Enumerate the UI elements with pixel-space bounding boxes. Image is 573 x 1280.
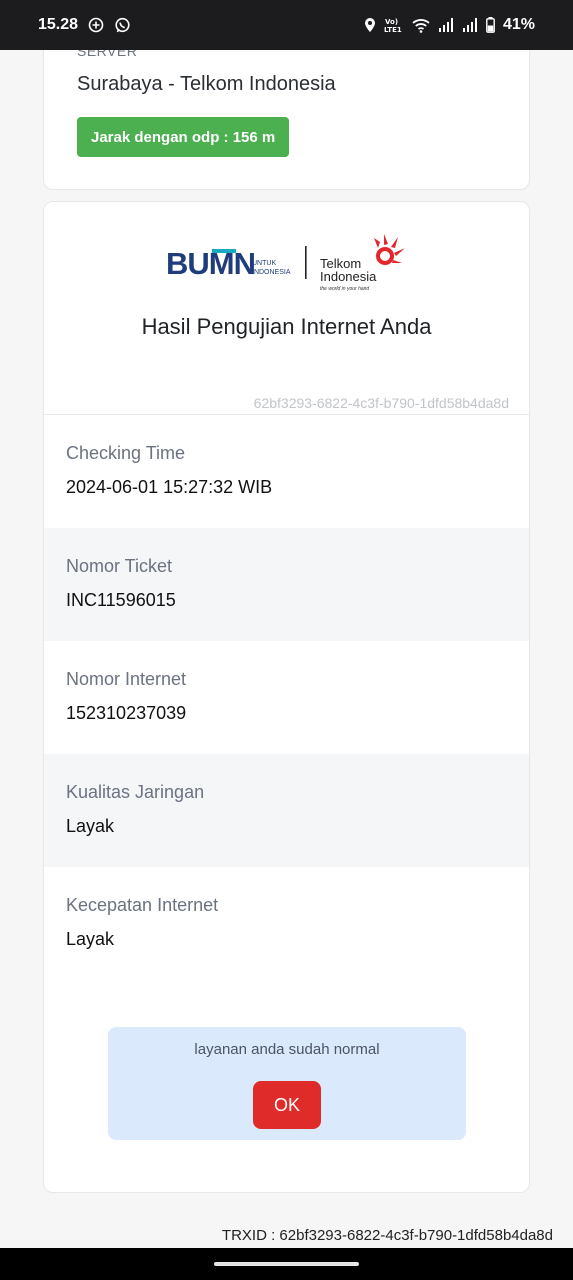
row-value: Layak xyxy=(66,816,115,836)
whatsapp-icon xyxy=(114,17,131,34)
odp-distance-badge: Jarak dengan odp : 156 m xyxy=(77,117,290,157)
location-icon xyxy=(364,17,376,33)
home-gesture-handle[interactable] xyxy=(214,1262,359,1266)
svg-text:LTE1: LTE1 xyxy=(384,26,402,33)
telkom-logo-line2: Indonesia xyxy=(320,269,377,284)
status-right: Vo) LTE1 41% xyxy=(364,16,535,34)
info-row-ticket: Nomor Ticket INC11596015 xyxy=(44,528,529,641)
status-bar: 15.28 Vo) LTE1 41% xyxy=(0,0,573,50)
status-alert: layanan anda sudah normal OK xyxy=(108,1027,466,1140)
row-value: INC11596015 xyxy=(66,590,176,610)
row-label: Kecepatan Internet xyxy=(66,895,219,915)
row-label: Nomor Ticket xyxy=(66,556,173,576)
result-title: Hasil Pengujian Internet Anda xyxy=(141,314,432,339)
navigation-bar xyxy=(0,1248,573,1280)
ok-button[interactable]: OK xyxy=(253,1081,321,1129)
row-label: Kualitas Jaringan xyxy=(66,782,205,802)
status-left: 15.28 xyxy=(38,16,131,34)
row-value: 152310237039 xyxy=(66,703,187,723)
battery-icon xyxy=(486,17,495,33)
bumn-logo-text: BUMN xyxy=(166,246,255,281)
telkom-logo-tagline: the world in your hand xyxy=(320,286,369,292)
row-value: 2024-06-01 15:27:32 WIB xyxy=(66,477,273,497)
server-card: SERVER Surabaya - Telkom Indonesia Jarak… xyxy=(43,50,530,190)
add-circle-icon xyxy=(88,17,104,33)
info-row-internet-number: Nomor Internet 152310237039 xyxy=(44,641,529,754)
bumn-logo-sub1: UNTUK xyxy=(252,260,276,267)
trxid-text: TRXID : 62bf3293-6822-4c3f-b790-1dfd58b4… xyxy=(221,1227,553,1244)
bumn-telkom-logo: BUMN UNTUK INDONESIA Telkom Indonesia th… xyxy=(166,234,405,292)
row-value: Layak xyxy=(66,929,115,949)
signal-icon xyxy=(462,18,478,32)
logo-group: BUMN UNTUK INDONESIA Telkom Indonesia th… xyxy=(166,234,406,292)
alert-message: layanan anda sudah normal xyxy=(194,1041,380,1058)
server-value: Surabaya - Telkom Indonesia xyxy=(77,73,336,95)
server-label: SERVER xyxy=(77,50,138,59)
page-content[interactable]: SERVER Surabaya - Telkom Indonesia Jarak… xyxy=(0,50,573,1248)
row-label: Checking Time xyxy=(66,443,186,463)
volte-icon: Vo) LTE1 xyxy=(384,17,404,33)
svg-text:Vo): Vo) xyxy=(385,18,398,26)
info-row-network-quality: Kualitas Jaringan Layak xyxy=(44,754,529,867)
bumn-logo-sub2: INDONESIA xyxy=(252,269,291,276)
signal-icon xyxy=(438,18,454,32)
result-card: BUMN UNTUK INDONESIA Telkom Indonesia th… xyxy=(43,201,530,1193)
info-row-checking-time: Checking Time 2024-06-01 15:27:32 WIB xyxy=(44,415,529,528)
result-uuid: 62bf3293-6822-4c3f-b790-1dfd58b4da8d xyxy=(253,395,509,411)
telkom-hand-icon xyxy=(374,234,405,265)
wifi-icon xyxy=(412,18,430,33)
status-time: 15.28 xyxy=(38,16,79,33)
info-row-internet-speed: Kecepatan Internet Layak xyxy=(44,867,529,980)
battery-percent: 41% xyxy=(502,16,535,33)
row-label: Nomor Internet xyxy=(66,669,187,689)
